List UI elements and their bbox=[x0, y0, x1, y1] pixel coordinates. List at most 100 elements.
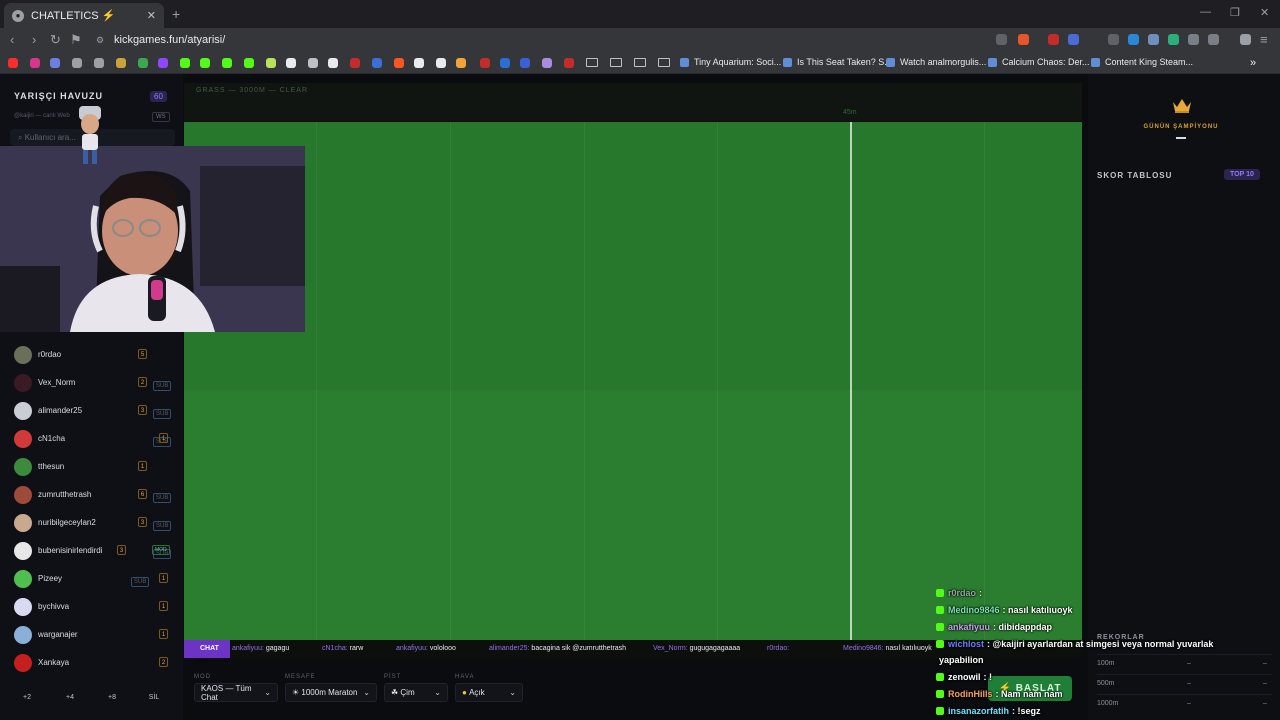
steam-icon bbox=[988, 57, 997, 67]
ticker-label: CHAT bbox=[184, 640, 230, 658]
bookmark-icon[interactable]: ⚑ bbox=[70, 32, 82, 48]
bookmark-icon[interactable] bbox=[308, 58, 318, 68]
bookmark-icon[interactable] bbox=[266, 58, 276, 68]
extension-icon[interactable] bbox=[1108, 34, 1119, 45]
drive-bookmark-icon[interactable] bbox=[138, 58, 148, 68]
bookmark-icon[interactable] bbox=[414, 58, 424, 68]
instagram-bookmark-icon[interactable] bbox=[30, 58, 40, 68]
track-lane-1 bbox=[184, 122, 1082, 390]
tab-favicon-icon: ● bbox=[12, 9, 24, 22]
bookmark-icon[interactable] bbox=[286, 58, 296, 68]
bookmark-link[interactable]: Calcium Chaos: Der... bbox=[988, 57, 1090, 67]
kick-bookmark-icon[interactable] bbox=[244, 58, 254, 68]
menu-icon[interactable]: ≡ bbox=[1260, 32, 1268, 47]
kick-bookmark-icon[interactable] bbox=[200, 58, 210, 68]
site-info-icon[interactable]: ⚙ bbox=[96, 31, 104, 49]
add-8-button[interactable]: +8 bbox=[93, 689, 131, 707]
clear-button[interactable]: SİL bbox=[135, 689, 173, 707]
player-row[interactable]: bubenisinirlendirdi MOD SUB 3 bbox=[0, 538, 183, 587]
bookmark-icon[interactable] bbox=[94, 58, 104, 68]
bookmark-link[interactable]: Is This Seat Taken? S... bbox=[783, 57, 892, 67]
folder-icon[interactable] bbox=[610, 58, 622, 67]
reddit-bookmark-icon[interactable] bbox=[394, 58, 404, 68]
track-header: GRASS — 3000M — CLEAR bbox=[184, 83, 1082, 121]
bookmark-icon[interactable] bbox=[520, 58, 530, 68]
player-row[interactable]: alimander25 SUB 3 bbox=[0, 398, 183, 447]
bookmark-icon[interactable] bbox=[72, 58, 82, 68]
gmail-bookmark-icon[interactable] bbox=[116, 58, 126, 68]
bookmark-icon[interactable] bbox=[456, 58, 466, 68]
kick-bookmark-icon[interactable] bbox=[222, 58, 232, 68]
twitch-bookmark-icon[interactable] bbox=[158, 58, 168, 68]
new-tab-icon[interactable]: + bbox=[172, 6, 180, 22]
forward-icon[interactable]: › bbox=[32, 32, 36, 47]
track-type-value: Çim bbox=[400, 688, 415, 697]
chat-username: wichlost bbox=[948, 639, 985, 649]
player-row[interactable]: bychivva 1 bbox=[0, 594, 183, 622]
bookmark-link[interactable]: Content King Steam... bbox=[1091, 57, 1193, 67]
brave-shield-icon[interactable] bbox=[1018, 34, 1029, 45]
folder-icon[interactable] bbox=[634, 58, 646, 67]
player-row[interactable]: Vex_Norm SUB 2 bbox=[0, 370, 183, 419]
ticker-user: r0rdao: bbox=[767, 645, 790, 652]
panel-title: YARIŞÇI HAVUZU bbox=[14, 91, 104, 101]
mode-select[interactable]: KAOS — Tüm Chat ⌄ bbox=[194, 683, 278, 702]
add-4-button[interactable]: +4 bbox=[51, 689, 89, 707]
bookmark-icon[interactable] bbox=[350, 58, 360, 68]
minimize-icon[interactable]: — bbox=[1200, 6, 1211, 18]
folder-icon[interactable] bbox=[658, 58, 670, 67]
player-avatar bbox=[14, 626, 32, 644]
bookmark-link[interactable]: Watch analmorgulis... bbox=[886, 57, 986, 67]
player-row[interactable]: tthesun SUB 1 bbox=[0, 454, 183, 503]
extension-icon[interactable] bbox=[1068, 34, 1079, 45]
bookmark-icon[interactable] bbox=[50, 58, 60, 68]
player-row[interactable]: r0rdao SUB 5 bbox=[0, 342, 183, 391]
extension-icon[interactable] bbox=[1148, 34, 1159, 45]
player-row[interactable]: warganajer 1 bbox=[0, 622, 183, 650]
player-row[interactable]: Xankaya 2 bbox=[0, 650, 183, 678]
youtube-bookmark-icon[interactable] bbox=[8, 58, 18, 68]
player-name: bubenisinirlendirdi bbox=[38, 546, 103, 555]
sidebar-icon[interactable] bbox=[1208, 34, 1219, 45]
track-gridline bbox=[316, 122, 317, 640]
window-close-icon[interactable]: ✕ bbox=[1260, 6, 1269, 19]
back-icon[interactable]: ‹ bbox=[10, 32, 14, 47]
browser-tab[interactable]: ● CHATLETICS ⚡ ✕ bbox=[4, 3, 164, 28]
track-gridline bbox=[584, 122, 585, 640]
bookmark-icon[interactable] bbox=[436, 58, 446, 68]
mascot-figure-icon bbox=[79, 106, 101, 164]
extension-icon[interactable] bbox=[1128, 34, 1139, 45]
address-bar[interactable]: ⚙ kickgames.fun/atyarisi/ bbox=[90, 31, 1040, 49]
distance-select[interactable]: ☀ 1000m Maraton ⌄ bbox=[285, 683, 377, 702]
chat-text: : nasıl katılıuoyk bbox=[1002, 605, 1073, 615]
ticker-user: cN1cha: bbox=[322, 645, 348, 652]
maximize-icon[interactable]: ❐ bbox=[1230, 6, 1240, 19]
streamer-webcam-image bbox=[0, 146, 305, 332]
player-row[interactable]: zumrutthetrash SUB 6 bbox=[0, 482, 183, 531]
bookmarks-overflow-icon[interactable]: » bbox=[1250, 57, 1256, 69]
add-2-button[interactable]: +2 bbox=[8, 689, 46, 707]
bookmark-link[interactable]: Tiny Aquarium: Soci... bbox=[680, 57, 781, 67]
player-row[interactable]: Pizeey 1 bbox=[0, 566, 183, 594]
bookmark-icon[interactable] bbox=[500, 58, 510, 68]
x-bookmark-icon[interactable] bbox=[328, 58, 338, 68]
player-row[interactable]: nuribilgeceylan2 SUB 3 bbox=[0, 510, 183, 559]
extensions-puzzle-icon[interactable] bbox=[1188, 34, 1199, 45]
weather-select[interactable]: ● Açık ⌄ bbox=[455, 683, 523, 702]
bookmark-icon[interactable] bbox=[480, 58, 490, 68]
bookmark-icon[interactable] bbox=[542, 58, 552, 68]
tab-close-icon[interactable]: ✕ bbox=[147, 9, 156, 22]
bookmark-icon[interactable] bbox=[372, 58, 382, 68]
track-type-select[interactable]: ☘ Çim ⌄ bbox=[384, 683, 448, 702]
chat-message: insanazorfatih: !segz bbox=[936, 706, 1041, 716]
folder-icon[interactable] bbox=[586, 58, 598, 67]
reload-icon[interactable]: ↻ bbox=[50, 32, 61, 48]
player-row[interactable]: cN1cha 1 bbox=[0, 426, 183, 454]
kick-bookmark-icon[interactable] bbox=[180, 58, 190, 68]
extension-icon[interactable] bbox=[1168, 34, 1179, 45]
share-icon[interactable] bbox=[996, 34, 1007, 45]
bookmark-icon[interactable] bbox=[564, 58, 574, 68]
extension-icon[interactable] bbox=[1048, 34, 1059, 45]
media-icon[interactable] bbox=[1240, 34, 1251, 45]
bookmark-icon bbox=[886, 57, 895, 67]
